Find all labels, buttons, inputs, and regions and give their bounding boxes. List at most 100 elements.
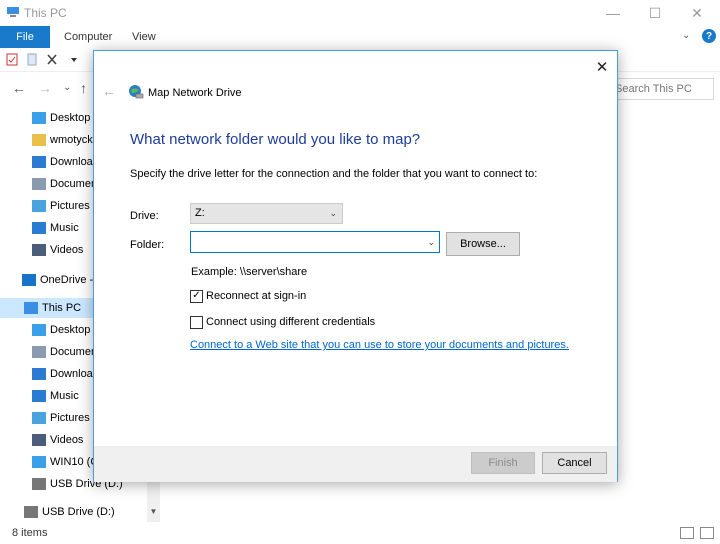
sidebar-item[interactable]: Pictures bbox=[32, 196, 90, 216]
sidebar-item[interactable]: USB Drive (D:) bbox=[24, 502, 115, 522]
videos-icon bbox=[32, 244, 46, 256]
sidebar-item-label: Videos bbox=[50, 434, 84, 446]
tab-file[interactable]: File bbox=[0, 26, 50, 48]
sidebar-item-label: Music bbox=[50, 390, 79, 402]
usb-drive-icon bbox=[24, 506, 38, 518]
example-text: Example: \\server\share bbox=[191, 266, 308, 278]
dialog-heading: What network folder would you like to ma… bbox=[130, 131, 421, 148]
details-view-icon[interactable] bbox=[680, 527, 694, 539]
drive-value: Z: bbox=[195, 207, 205, 219]
sidebar-item[interactable]: WIN10 (C bbox=[32, 452, 98, 472]
help-icon[interactable]: ? bbox=[702, 29, 716, 43]
sidebar-item-label: Pictures bbox=[50, 200, 90, 212]
search-input[interactable]: Search This PC bbox=[606, 78, 714, 100]
properties-icon[interactable] bbox=[6, 53, 18, 66]
back-icon[interactable]: ← bbox=[12, 80, 26, 96]
credentials-label: Connect using different credentials bbox=[206, 316, 376, 328]
minimize-button[interactable]: — bbox=[596, 0, 630, 26]
sidebar-item-label: Pictures bbox=[50, 412, 90, 424]
cancel-button[interactable]: Cancel bbox=[542, 452, 607, 474]
window-title: This PC bbox=[24, 6, 67, 20]
sidebar-item-label: WIN10 (C bbox=[50, 456, 99, 468]
sidebar-item-label: This PC bbox=[42, 302, 82, 314]
sidebar-item-label: Documen bbox=[50, 178, 98, 190]
sidebar-item[interactable]: Videos bbox=[32, 430, 83, 450]
customize-toolbar-icon[interactable] bbox=[68, 53, 80, 66]
drive-select[interactable]: Z: ⌄ bbox=[190, 203, 343, 224]
sidebar-item-label: Documen bbox=[50, 346, 98, 358]
sidebar-item-label: Desktop bbox=[50, 112, 91, 124]
sidebar-item[interactable]: Documen bbox=[32, 342, 97, 362]
web-site-link[interactable]: Connect to a Web site that you can use t… bbox=[190, 339, 569, 351]
dialog-close-button[interactable]: ✕ bbox=[590, 55, 614, 79]
folder-input[interactable]: ⌄ bbox=[190, 231, 440, 253]
videos-icon bbox=[32, 434, 46, 446]
item-count: 8 items bbox=[12, 527, 48, 539]
up-icon[interactable]: ↑ bbox=[80, 80, 87, 96]
sidebar-item[interactable]: Desktop bbox=[32, 320, 90, 340]
tab-computer[interactable]: Computer bbox=[64, 31, 112, 43]
sidebar-item[interactable]: wmotycka bbox=[32, 130, 99, 150]
sidebar-item[interactable]: Pictures bbox=[32, 408, 90, 428]
sidebar-item[interactable]: Music bbox=[32, 218, 79, 238]
new-folder-icon[interactable] bbox=[26, 53, 38, 66]
this-pc-icon bbox=[7, 7, 19, 17]
reconnect-label: Reconnect at sign-in bbox=[206, 290, 307, 302]
sidebar-item[interactable]: Videos bbox=[32, 240, 83, 260]
documents-icon bbox=[32, 178, 46, 190]
chevron-down-icon: ⌄ bbox=[329, 208, 337, 218]
drive-label: Drive: bbox=[130, 210, 159, 222]
onedrive-icon bbox=[22, 274, 36, 286]
windows-drive-icon bbox=[32, 456, 46, 468]
music-icon bbox=[32, 222, 46, 234]
reconnect-checkbox[interactable]: ✓ bbox=[190, 289, 203, 303]
close-window-button[interactable]: ✕ bbox=[680, 0, 714, 26]
sidebar-item-label: USB Drive (D:) bbox=[42, 506, 115, 518]
browse-button[interactable]: Browse... bbox=[446, 232, 520, 256]
usb-drive-icon bbox=[32, 478, 46, 490]
sidebar-item-label: Music bbox=[50, 222, 79, 234]
credentials-checkbox-row[interactable]: Connect using different credentials bbox=[190, 314, 375, 330]
tab-view[interactable]: View bbox=[132, 31, 156, 43]
maximize-button[interactable]: ☐ bbox=[638, 0, 672, 26]
dialog-title: Map Network Drive bbox=[148, 87, 242, 99]
sidebar-item[interactable]: OneDrive - bbox=[22, 270, 93, 290]
finish-button[interactable]: Finish bbox=[471, 452, 535, 474]
sidebar-item[interactable]: Downloac bbox=[32, 364, 98, 384]
sidebar-item[interactable]: Documen bbox=[32, 174, 97, 194]
status-bar: 8 items bbox=[0, 522, 720, 544]
folder-icon bbox=[32, 134, 46, 146]
sidebar-item-label: Desktop bbox=[50, 324, 91, 336]
desktop-icon bbox=[32, 324, 46, 336]
sidebar-item-label: Downloac bbox=[50, 368, 99, 380]
scroll-down-icon[interactable]: ▼ bbox=[147, 504, 160, 518]
delete-icon[interactable] bbox=[46, 53, 58, 66]
downloads-icon bbox=[32, 156, 46, 168]
this-pc-icon bbox=[24, 302, 38, 314]
pictures-icon bbox=[32, 412, 46, 424]
credentials-checkbox[interactable] bbox=[190, 315, 203, 329]
network-drive-icon bbox=[129, 85, 144, 99]
reconnect-checkbox-row[interactable]: ✓ Reconnect at sign-in bbox=[190, 288, 306, 304]
dialog-description: Specify the drive letter for the connect… bbox=[130, 168, 538, 180]
sidebar-item[interactable]: Downloac bbox=[32, 152, 98, 172]
recent-locations-icon[interactable]: ⌄ bbox=[63, 82, 71, 93]
sidebar-item[interactable]: Desktop bbox=[32, 108, 90, 128]
sidebar-item[interactable]: Music bbox=[32, 386, 79, 406]
downloads-icon bbox=[32, 368, 46, 380]
title-bar: This PC — ☐ ✕ bbox=[0, 0, 720, 26]
folder-label: Folder: bbox=[130, 239, 165, 251]
ribbon-expand-icon[interactable]: ⌄ bbox=[682, 30, 690, 41]
desktop-icon bbox=[32, 112, 46, 124]
pictures-icon bbox=[32, 200, 46, 212]
sidebar-item-label: wmotycka bbox=[50, 134, 99, 146]
large-icons-view-icon[interactable] bbox=[700, 527, 714, 539]
dialog-back-icon[interactable]: ← bbox=[102, 83, 116, 99]
sidebar-item-label: Videos bbox=[50, 244, 84, 256]
ribbon-tabs: File Computer View ⌄ ? bbox=[0, 26, 720, 48]
sidebar-item-label: OneDrive - bbox=[40, 274, 94, 286]
forward-icon[interactable]: → bbox=[38, 80, 52, 96]
chevron-down-icon[interactable]: ⌄ bbox=[427, 237, 435, 248]
dialog-footer: Finish Cancel bbox=[94, 446, 617, 482]
sidebar-item-label: Downloac bbox=[50, 156, 99, 168]
